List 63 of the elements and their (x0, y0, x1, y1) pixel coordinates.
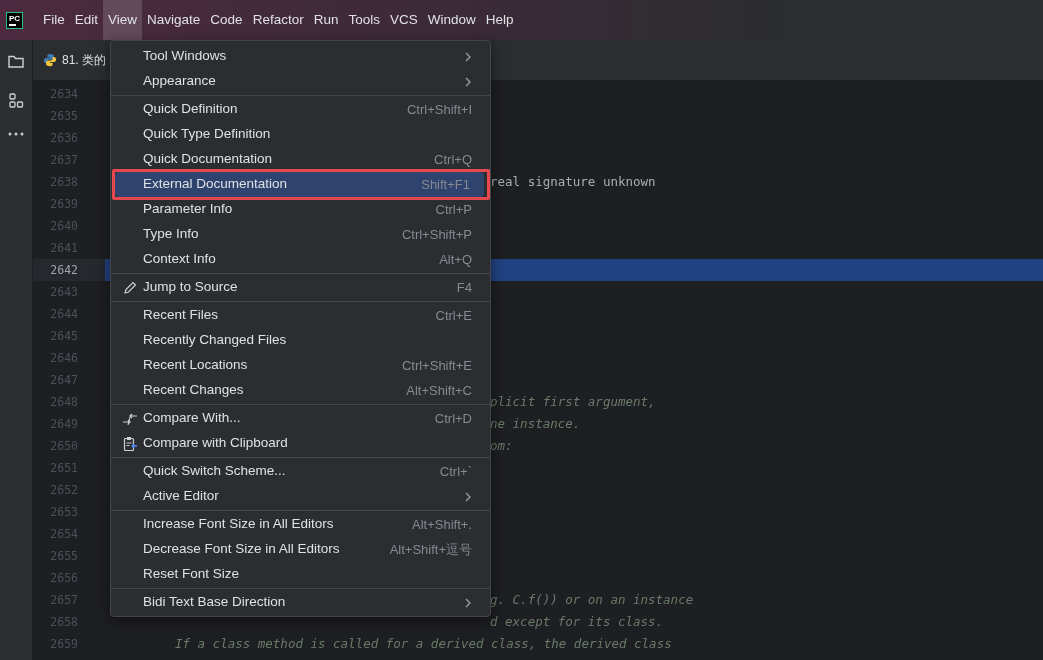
line-number: 2642 (33, 259, 105, 281)
menu-item[interactable]: Recent Locations Ctrl+Shift+E (115, 353, 486, 378)
shortcut-text: Alt+Shift+C (406, 381, 472, 400)
menu-item[interactable]: Quick Documentation Ctrl+Q (115, 147, 486, 172)
menu-bar-item[interactable]: Run (308, 0, 344, 40)
menu-item[interactable]: Active Editor (115, 484, 486, 509)
shortcut-text: Alt+Q (439, 250, 472, 269)
menu-bar-item[interactable]: Tools (343, 0, 385, 40)
menu-item[interactable]: Parameter Info Ctrl+P (115, 197, 486, 222)
code-text: plicit first argument, (490, 394, 656, 409)
shortcut-text: Alt+Shift+逗号 (389, 540, 472, 559)
shortcut-text: Ctrl+Shift+P (401, 225, 472, 244)
menu-bar-item[interactable]: VCS (384, 0, 423, 40)
code-text: g. C.f()) or on an instance (490, 592, 694, 607)
menu-item[interactable]: Type Info Ctrl+Shift+P (115, 222, 486, 247)
shortcut-text: Ctrl+` (439, 462, 472, 481)
code-text: real signature unknown (490, 174, 656, 189)
menu-item[interactable]: Jump to Source F4 (115, 275, 486, 300)
code-text: om: (490, 438, 513, 453)
menu-item[interactable]: Increase Font Size in All Editors Alt+Shift+. (115, 512, 486, 537)
shortcut-text: Ctrl+Q (434, 150, 472, 169)
menu-item[interactable]: Decrease Font Size in All Editors Alt+Shift+逗号 (115, 537, 486, 562)
menu-bar-item[interactable]: Refactor (247, 0, 309, 40)
menu-item[interactable]: Appearance (115, 69, 486, 94)
menu-item[interactable]: Context Info Alt+Q (115, 247, 486, 272)
menu-item[interactable]: Recent Changes Alt+Shift+C (115, 378, 486, 403)
compare-arrows-icon (122, 411, 138, 427)
clipboard-icon (122, 436, 138, 452)
menu-item[interactable]: Compare With... Ctrl+D (115, 406, 486, 431)
menu-bar-item[interactable]: View (103, 0, 143, 40)
structure-icon (7, 92, 25, 110)
app-logo: PC (6, 11, 23, 29)
menu-item[interactable]: Quick Switch Scheme... Ctrl+` (115, 459, 486, 484)
menu-item[interactable]: Bidi Text Base Direction (115, 590, 486, 615)
editor-tab[interactable]: 81. 类的 (62, 51, 106, 69)
shortcut-text: Ctrl+P (435, 200, 472, 219)
menu-item[interactable]: Reset Font Size (115, 562, 486, 587)
menu-bar-item[interactable]: Window (422, 0, 481, 40)
code-text: d except for its class. (490, 614, 664, 629)
menu-item[interactable]: Recent Files Ctrl+E (115, 303, 486, 328)
shortcut-text: Alt+Shift+. (412, 515, 472, 534)
menu-item[interactable]: External Documentation Shift+F1 (115, 172, 484, 197)
menu-bar-item[interactable]: Help (480, 0, 519, 40)
python-icon (43, 53, 57, 67)
menu-item[interactable]: Quick Definition Ctrl+Shift+I (115, 97, 486, 122)
menu-item[interactable]: Quick Type Definition (115, 122, 486, 147)
shortcut-text: Ctrl+E (435, 306, 472, 325)
shortcut-text: Ctrl+D (434, 409, 472, 428)
more-icon (8, 132, 24, 136)
menu-item[interactable]: Recently Changed Files (115, 328, 486, 353)
shortcut-text: F4 (456, 278, 472, 297)
menu-bar-item[interactable]: Code (205, 0, 248, 40)
code-text: If a class method is called for a derived class, the derived class (175, 636, 672, 651)
pencil-icon (122, 280, 138, 296)
shortcut-text: Ctrl+Shift+E (401, 356, 472, 375)
shortcut-text: Ctrl+Shift+I (406, 100, 472, 119)
menu-bar-item[interactable]: Edit (69, 0, 104, 40)
code-text: ne instance. (490, 416, 581, 431)
menu-bar-item[interactable]: File (38, 0, 70, 40)
shortcut-text: Shift+F1 (421, 175, 470, 194)
menu-bar-item[interactable]: Navigate (142, 0, 206, 40)
menu-item[interactable]: Tool Windows (115, 44, 486, 69)
menu-item[interactable]: Compare with Clipboard (115, 431, 486, 456)
